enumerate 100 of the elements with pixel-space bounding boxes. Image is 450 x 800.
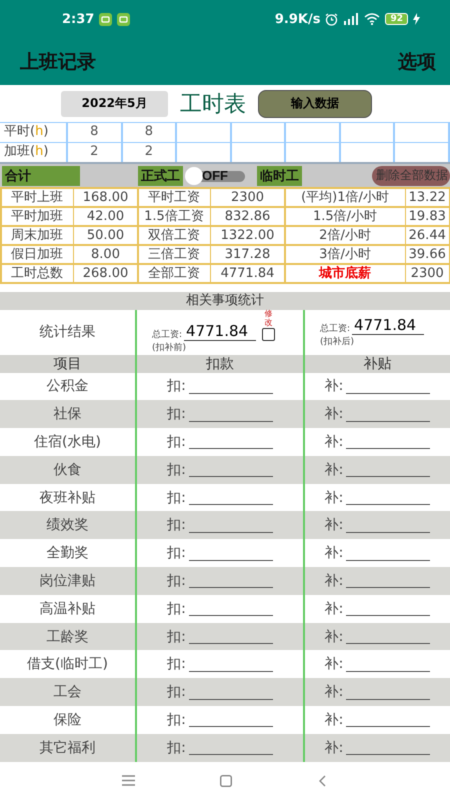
table-cell: 19.83 — [406, 208, 448, 225]
item-name: 全勤奖 — [46, 544, 88, 562]
table-cell: (平均)1倍/小时 — [286, 188, 404, 206]
subsidy-prefix: 补: — [324, 655, 344, 674]
back-icon[interactable] — [316, 774, 328, 787]
table-cell: 2倍/小时 — [286, 226, 404, 244]
deduction-prefix: 扣: — [167, 460, 186, 479]
table-cell: 三倍工资 — [138, 246, 210, 263]
home-icon[interactable] — [220, 774, 232, 787]
edit-label: 修改 — [264, 310, 273, 328]
table-cell: 26.44 — [406, 226, 448, 244]
table-cell: 8.00 — [74, 246, 137, 263]
item-name: 住宿(水电) — [34, 432, 101, 451]
table-cell: 317.28 — [211, 246, 284, 263]
deduction-prefix: 扣: — [167, 544, 186, 562]
table-cell: 平时加班 — [2, 208, 72, 225]
subsidy-prefix: 补: — [324, 572, 344, 590]
edit-checkbox[interactable] — [262, 328, 276, 341]
item-name: 公积金 — [46, 377, 88, 396]
signal-icon — [343, 13, 360, 25]
regular-worker-label: 正式工 — [138, 166, 183, 186]
alarm-icon — [325, 12, 338, 26]
table-cell: 50.00 — [74, 226, 137, 244]
table-cell: 工时总数 — [2, 264, 72, 282]
column-header: 补贴 — [364, 356, 392, 372]
deduction-prefix: 扣: — [167, 432, 186, 451]
subsidy-prefix: 补: — [324, 600, 344, 618]
table-cell: 13.22 — [406, 188, 448, 206]
item-name: 其它福利 — [40, 738, 96, 757]
item-name: 工会 — [54, 683, 82, 702]
hours-cell[interactable]: 8 — [122, 123, 178, 142]
deduction-prefix: 扣: — [167, 377, 186, 396]
note-text: (扣补前) — [152, 342, 188, 354]
table-cell: 全部工资 — [138, 264, 210, 282]
table-cell: 平时工资 — [138, 188, 210, 206]
deduction-prefix: 扣: — [167, 655, 186, 674]
table-cell: 268.00 — [74, 264, 137, 282]
subsidy-prefix: 补: — [324, 544, 344, 562]
deduction-prefix: 扣: — [167, 683, 186, 702]
deduction-prefix: 扣: — [167, 628, 186, 646]
table-cell: 假日加班 — [2, 246, 72, 263]
table-cell: 42.00 — [74, 208, 137, 225]
table-cell: 2300 — [406, 264, 448, 282]
input-data-button[interactable]: 输入数据 — [258, 90, 372, 118]
subsidy-prefix: 补: — [324, 710, 344, 729]
item-name: 借支(临时工) — [27, 655, 108, 674]
table-cell: 城市底薪 — [286, 264, 404, 282]
status-time: 2:37 — [62, 12, 94, 26]
item-name: 社保 — [54, 405, 82, 424]
deduction-prefix: 扣: — [167, 738, 186, 757]
table-cell: 周末加班 — [2, 226, 72, 244]
total-wage-label: 总工资: — [152, 328, 182, 341]
month-picker[interactable]: 2022年5月 — [61, 90, 168, 116]
hours-cell[interactable]: 8 — [68, 123, 123, 142]
subsidy-prefix: 补: — [324, 488, 344, 507]
subsidy-prefix: 补: — [324, 628, 344, 646]
table-cell: 832.86 — [211, 208, 284, 225]
deduction-prefix: 扣: — [167, 405, 186, 424]
options-menu[interactable]: 选项 — [398, 48, 436, 74]
note-text: (扣补后) — [320, 336, 356, 348]
item-name: 高温补贴 — [40, 600, 96, 618]
subsidy-prefix: 补: — [324, 432, 344, 451]
item-name: 伙食 — [54, 460, 82, 479]
app-title: 上班记录 — [20, 50, 96, 74]
result-label: 统计结果 — [40, 323, 96, 341]
subsidy-prefix: 补: — [324, 738, 344, 757]
table-cell: 1.5倍/小时 — [286, 208, 404, 225]
table-cell: 双倍工资 — [138, 226, 210, 244]
column-header: 扣款 — [206, 356, 234, 372]
subsidy-prefix: 补: — [324, 377, 344, 396]
battery-indicator: 92 — [385, 13, 408, 25]
deduction-prefix: 扣: — [167, 710, 186, 729]
network-speed: 9.9K/s — [274, 12, 320, 26]
hours-cell[interactable]: 2 — [68, 143, 123, 162]
sheet-title: 工时表 — [180, 90, 246, 118]
section-header: 相关事项统计 — [0, 292, 450, 310]
hours-cell[interactable]: 2 — [122, 143, 178, 162]
subsidy-prefix: 补: — [324, 460, 344, 479]
deduction-prefix: 扣: — [167, 572, 186, 590]
deduction-prefix: 扣: — [167, 488, 186, 507]
wifi-icon — [364, 13, 380, 25]
table-cell: 4771.84 — [211, 264, 284, 282]
subsidy-prefix: 补: — [324, 516, 344, 534]
item-name: 保险 — [54, 710, 82, 729]
deduction-prefix: 扣: — [167, 516, 186, 534]
row-label: 加班(h) — [0, 143, 68, 162]
app-notification-icon — [117, 12, 130, 26]
row-label: 平时(h) — [0, 123, 68, 142]
table-cell: 1322.00 — [211, 226, 284, 244]
item-name: 夜班补贴 — [40, 488, 96, 507]
temporary-worker-label: 临时工 — [257, 166, 302, 186]
total-wage-label: 总工资: — [320, 322, 350, 335]
item-name: 绩效奖 — [46, 516, 88, 534]
table-cell: 3倍/小时 — [286, 246, 404, 263]
table-cell: 39.66 — [406, 246, 448, 263]
worker-type-toggle[interactable]: OFF — [185, 166, 245, 184]
column-header: 项目 — [54, 356, 82, 372]
total-label: 合计 — [2, 166, 80, 186]
subsidy-prefix: 补: — [324, 683, 344, 702]
menu-icon[interactable] — [122, 775, 134, 786]
